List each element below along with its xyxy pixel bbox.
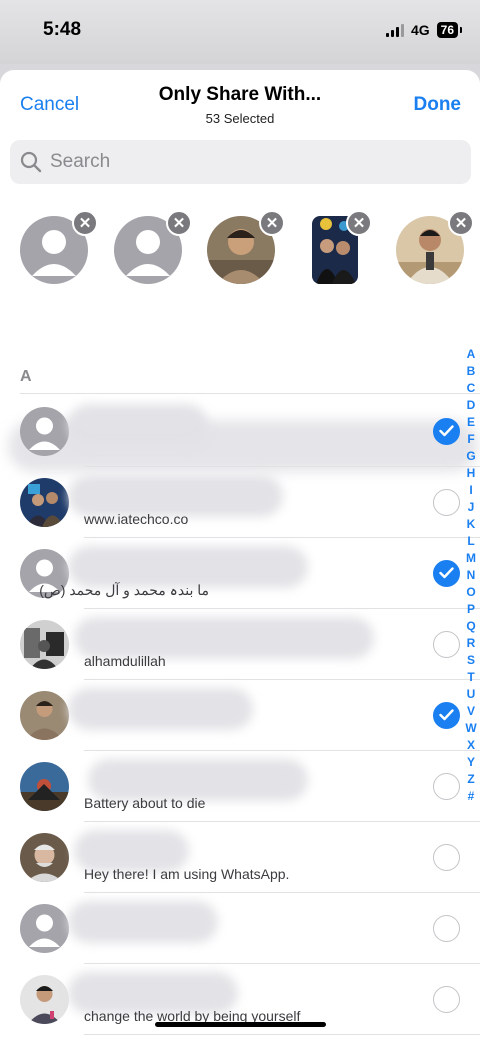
list-item[interactable] <box>0 893 480 964</box>
selection-check[interactable] <box>433 915 460 942</box>
selection-check[interactable] <box>433 631 460 658</box>
index-letter[interactable]: # <box>463 788 479 805</box>
signal-icon <box>385 23 404 37</box>
selection-check[interactable] <box>433 418 460 445</box>
remove-selected-button[interactable]: ✕ <box>72 210 98 236</box>
selection-check[interactable] <box>433 702 460 729</box>
index-letter[interactable]: R <box>463 635 479 652</box>
list-item[interactable]: ما بندہ محمد و آل محمد (ص) <box>0 538 480 609</box>
default-avatar-icon <box>20 407 69 456</box>
home-indicator[interactable] <box>155 1022 326 1027</box>
list-item[interactable] <box>0 396 480 467</box>
avatar <box>20 833 69 882</box>
index-letter[interactable]: V <box>463 703 479 720</box>
index-letter[interactable]: W <box>463 720 479 737</box>
index-letter[interactable]: L <box>463 533 479 550</box>
contact-status: Hey there! I am using WhatsApp. <box>84 866 290 882</box>
selected-contact[interactable]: ✕ <box>114 210 192 284</box>
list-item[interactable]: www.iatechco.co <box>0 467 480 538</box>
index-letter[interactable]: M <box>463 550 479 567</box>
remove-selected-button[interactable]: ✕ <box>259 210 285 236</box>
selected-contacts-strip: ✕ ✕ ✕ ✕ ✕ <box>0 210 480 472</box>
list-item[interactable]: alhamdulillah <box>0 609 480 680</box>
contact-name-redacted <box>68 404 208 446</box>
contact-list: www.iatechco.co ما بندہ محمد و آل محمد (… <box>0 396 480 1035</box>
list-item[interactable]: Hey there! I am using WhatsApp. <box>0 822 480 893</box>
index-letter[interactable]: T <box>463 669 479 686</box>
index-letter[interactable]: U <box>463 686 479 703</box>
index-letter[interactable]: Q <box>463 618 479 635</box>
index-letter[interactable]: A <box>463 346 479 363</box>
network-type: 4G <box>410 22 430 38</box>
index-letter[interactable]: X <box>463 737 479 754</box>
index-letter[interactable]: C <box>463 380 479 397</box>
avatar <box>20 691 69 740</box>
selection-check[interactable] <box>433 560 460 587</box>
index-letter[interactable]: Z <box>463 771 479 788</box>
share-sheet: Cancel Only Share With... 53 Selected Do… <box>0 70 480 1040</box>
index-letter[interactable]: O <box>463 584 479 601</box>
contact-status: ما بندہ محمد و آل محمد (ص) <box>39 582 209 598</box>
selection-check[interactable] <box>433 773 460 800</box>
index-letter[interactable]: P <box>463 601 479 618</box>
battery-icon: 76 <box>436 22 463 38</box>
index-letter[interactable]: Y <box>463 754 479 771</box>
selected-count: 53 Selected <box>205 111 275 126</box>
list-item[interactable]: Battery about to die <box>0 751 480 822</box>
section-index[interactable]: A B C D E F G H I J K L M N O P Q R S T … <box>463 346 479 805</box>
contact-name-redacted <box>68 901 218 943</box>
index-letter[interactable]: K <box>463 516 479 533</box>
index-letter[interactable]: F <box>463 431 479 448</box>
contact-status: Battery about to die <box>84 795 206 811</box>
selection-check[interactable] <box>433 844 460 871</box>
avatar <box>20 762 69 811</box>
index-letter[interactable]: S <box>463 652 479 669</box>
index-letter[interactable]: D <box>463 397 479 414</box>
section-header: A <box>0 360 480 394</box>
page-title: Only Share With... <box>158 84 322 105</box>
index-letter[interactable]: H <box>463 465 479 482</box>
selection-check[interactable] <box>433 489 460 516</box>
selected-contact[interactable]: ✕ <box>20 210 98 284</box>
section-letter: A <box>20 368 32 385</box>
contact-name-redacted <box>68 688 253 730</box>
status-bar: 5:48 4G 76 <box>0 0 480 64</box>
index-letter[interactable]: G <box>463 448 479 465</box>
remove-selected-button[interactable]: ✕ <box>166 210 192 236</box>
index-letter[interactable]: I <box>463 482 479 499</box>
status-indicators: 4G 76 <box>385 22 463 38</box>
contact-status: alhamdulillah <box>84 653 166 669</box>
remove-selected-button[interactable]: ✕ <box>346 210 372 236</box>
search-bar[interactable] <box>10 140 471 184</box>
nav-bar: Cancel Only Share With... 53 Selected Do… <box>0 70 480 140</box>
selected-contact[interactable]: ✕ <box>312 210 372 284</box>
search-input[interactable] <box>50 151 450 173</box>
remove-selected-button[interactable]: ✕ <box>448 210 474 236</box>
done-button[interactable]: Done <box>414 94 462 116</box>
list-item[interactable] <box>0 680 480 751</box>
avatar <box>20 975 69 1024</box>
avatar <box>20 620 69 669</box>
index-letter[interactable]: J <box>463 499 479 516</box>
selected-contact[interactable]: ✕ <box>396 210 474 284</box>
selected-contact[interactable]: ✕ <box>207 210 285 284</box>
search-icon <box>20 151 42 173</box>
status-time: 5:48 <box>43 19 82 40</box>
contact-status: www.iatechco.co <box>84 511 189 527</box>
selection-check[interactable] <box>433 986 460 1013</box>
index-letter[interactable]: N <box>463 567 479 584</box>
index-letter[interactable]: E <box>463 414 479 431</box>
avatar <box>20 478 69 527</box>
default-avatar-icon <box>20 904 69 953</box>
index-letter[interactable]: B <box>463 363 479 380</box>
